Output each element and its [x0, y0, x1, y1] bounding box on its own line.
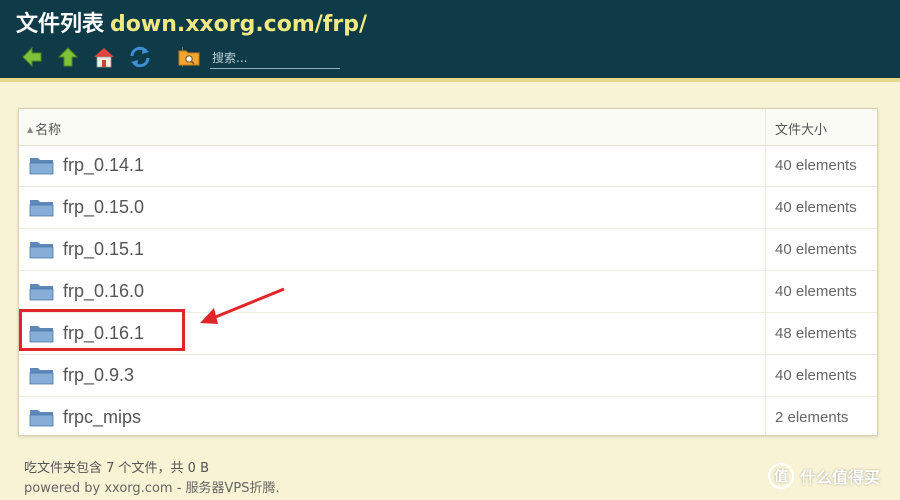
folder-size: 40 elements: [775, 241, 857, 258]
refresh-icon[interactable]: [128, 45, 152, 69]
table-row[interactable]: frp_0.14.1 40 elements: [19, 145, 877, 187]
title-text: 文件列表: [16, 12, 105, 37]
name-column-label: 名称: [35, 123, 62, 138]
column-header: ▲ 名称 文件大小: [19, 109, 877, 146]
folder-icon: [29, 242, 54, 259]
folder-size: 2 elements: [775, 409, 849, 426]
table-row[interactable]: frp_0.9.3 40 elements: [19, 355, 877, 397]
table-row[interactable]: frpc_mips 2 elements: [19, 397, 877, 438]
folder-size: 48 elements: [775, 325, 857, 342]
table-row[interactable]: frp_0.15.0 40 elements: [19, 187, 877, 229]
watermark-logo-icon: 值: [768, 463, 794, 489]
folder-name[interactable]: frp_0.9.3: [63, 365, 134, 386]
folder-name[interactable]: frp_0.15.0: [63, 197, 144, 218]
folder-icon: [29, 158, 54, 175]
table-row[interactable]: frp_0.16.0 40 elements: [19, 271, 877, 313]
back-arrow-icon[interactable]: [20, 45, 44, 69]
header: 文件列表 down.xxorg.com/frp/: [0, 0, 900, 78]
folder-icon: [29, 200, 54, 217]
folder-name[interactable]: frp_0.15.1: [63, 239, 144, 260]
folder-size: 40 elements: [775, 157, 857, 174]
folder-search-icon[interactable]: [177, 45, 201, 69]
file-list-panel: ▲ 名称 文件大小 frp_0.14.1 40 elements frp_0.15…: [18, 108, 878, 436]
folder-size: 40 elements: [775, 199, 857, 216]
path-text: down.xxorg.com/frp/: [110, 12, 367, 37]
page-title: 文件列表 down.xxorg.com/frp/: [16, 6, 367, 38]
folder-icon: [29, 410, 54, 427]
folder-name[interactable]: frp_0.16.0: [63, 281, 144, 302]
search-input[interactable]: [210, 48, 340, 69]
folder-icon: [29, 368, 54, 385]
table-row[interactable]: frp_0.15.1 40 elements: [19, 229, 877, 271]
name-column-header[interactable]: ▲ 名称: [27, 119, 61, 138]
header-strip: [0, 78, 900, 82]
home-icon[interactable]: [92, 45, 116, 69]
up-arrow-icon[interactable]: [56, 45, 80, 69]
folder-name[interactable]: frpc_mips: [63, 407, 141, 428]
powered-by-text: powered by xxorg.com - 服务器VPS折腾.: [24, 481, 280, 496]
sort-up-icon: ▲: [27, 125, 34, 134]
folder-size: 40 elements: [775, 367, 857, 384]
folder-summary: 吃文件夹包含 7 个文件，共 0 B: [24, 461, 209, 476]
folder-size: 40 elements: [775, 283, 857, 300]
footer: 吃文件夹包含 7 个文件，共 0 B powered by xxorg.com …: [24, 459, 280, 499]
highlight-box: [19, 309, 185, 351]
folder-icon: [29, 284, 54, 301]
svg-text:值: 值: [774, 468, 788, 485]
watermark-text: 什么值得买: [800, 468, 881, 487]
folder-name[interactable]: frp_0.14.1: [63, 155, 144, 176]
size-column-header[interactable]: 文件大小: [775, 119, 827, 138]
watermark: 值 什么值得买: [768, 462, 880, 490]
